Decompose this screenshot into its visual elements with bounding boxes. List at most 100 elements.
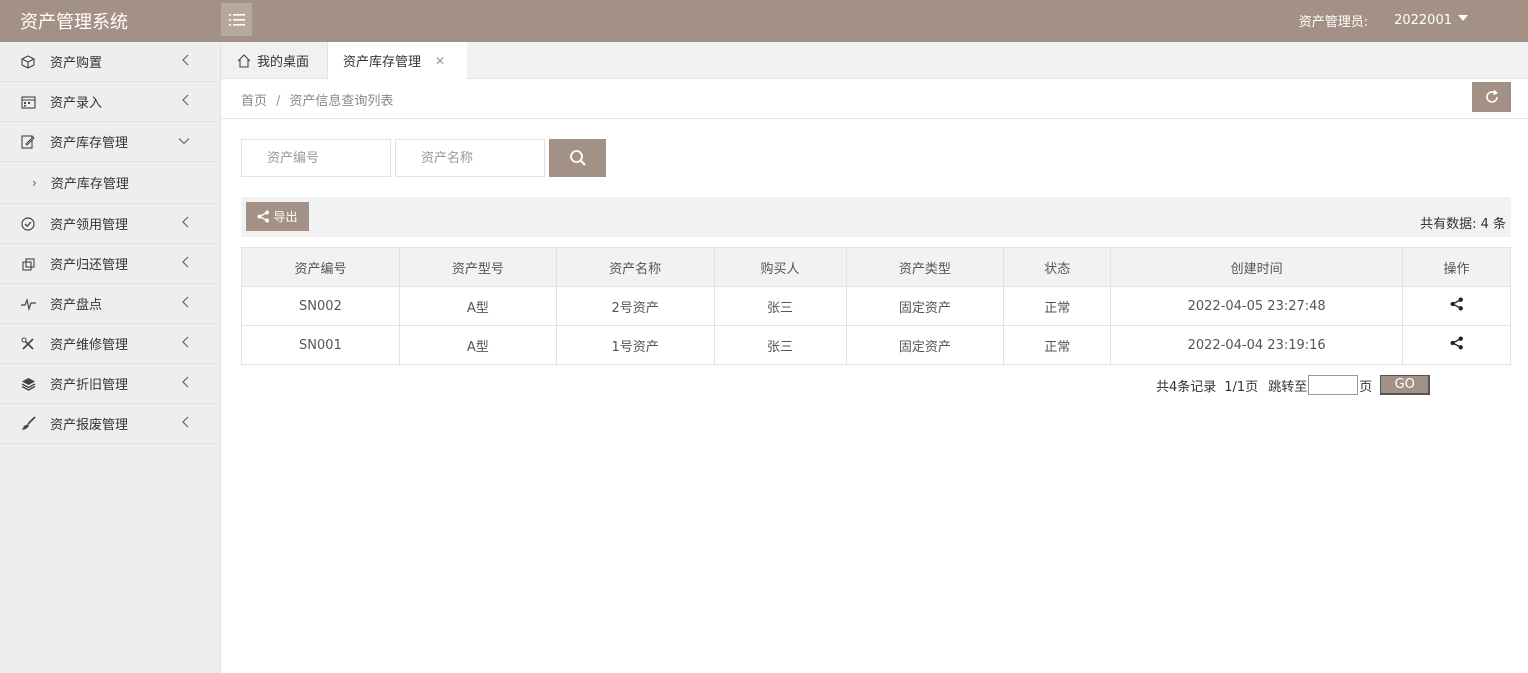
home-icon — [237, 53, 251, 68]
share-icon[interactable] — [1450, 297, 1464, 311]
cell-type: 固定资产 — [845, 325, 1005, 365]
user-role-label: 资产管理员: — [1298, 15, 1369, 30]
cell-type: 固定资产 — [845, 286, 1005, 326]
cell-status: 正常 — [1003, 325, 1112, 365]
tab-home-label: 我的桌面 — [257, 55, 310, 70]
cell-model: A型 — [398, 325, 557, 365]
chevron-left-icon — [182, 416, 190, 432]
col-header: 资产型号 — [398, 247, 557, 287]
sidebar-item-scrap[interactable]: 资产报废管理 — [0, 404, 220, 444]
close-icon[interactable]: ✕ — [435, 54, 445, 68]
breadcrumb-home[interactable]: 首页 — [241, 94, 267, 109]
sidebar-item-stocktake[interactable]: 资产盘点 — [0, 284, 220, 324]
col-header: 购买人 — [713, 247, 847, 287]
tab-bar: 我的桌面 资产库存管理 ✕ — [221, 42, 1528, 79]
user-id[interactable]: 2022001 — [1394, 13, 1452, 28]
go-button[interactable]: GO — [1380, 375, 1431, 395]
hamburger-icon — [228, 13, 245, 26]
pager-jump-label: 跳转至 — [1268, 379, 1308, 395]
sidebar-item-requisition[interactable]: 资产领用管理 — [0, 204, 220, 244]
chevron-left-icon — [182, 216, 190, 232]
refresh-button[interactable] — [1472, 82, 1511, 112]
sidebar-subitem-label: 资产库存管理 — [50, 177, 129, 192]
total-count: 共有数据: 4 条 — [1420, 217, 1506, 232]
sidebar: 资产购置 资产录入 资产库存管理 › 资产库存管理 资产领用管理 资产归还管理 — [0, 42, 221, 673]
cell-action — [1402, 286, 1511, 326]
chevron-left-icon — [182, 296, 190, 312]
cube-icon — [20, 54, 36, 70]
app-title: 资产管理系统 — [20, 12, 128, 33]
asset-table: 资产编号 资产型号 资产名称 购买人 资产类型 状态 创建时间 操作 SN002… — [241, 247, 1511, 365]
top-header: 资产管理系统 资产管理员: 2022001 — [0, 0, 1528, 42]
sidebar-item-label: 资产维修管理 — [50, 338, 129, 353]
brush-icon — [20, 416, 36, 432]
sidebar-item-label: 资产报废管理 — [50, 418, 129, 433]
layers-icon — [20, 376, 36, 392]
table-row: SN002 A型 2号资产 张三 固定资产 正常 2022-04-05 23:2… — [241, 286, 1511, 326]
calendar-icon — [20, 94, 36, 110]
cell-action — [1402, 325, 1511, 365]
sidebar-item-label: 资产录入 — [50, 96, 103, 111]
sidebar-item-entry[interactable]: 资产录入 — [0, 82, 220, 122]
cell-name: 2号资产 — [555, 286, 715, 326]
cell-status: 正常 — [1003, 286, 1112, 326]
cell-buyer: 张三 — [713, 325, 847, 365]
refresh-icon — [1485, 89, 1498, 103]
edit-note-icon — [20, 134, 36, 150]
chevron-left-icon — [182, 54, 190, 70]
tools-icon — [20, 336, 36, 352]
sidebar-item-label: 资产盘点 — [50, 298, 103, 313]
sidebar-item-purchase[interactable]: 资产购置 — [0, 42, 220, 82]
cell-code: SN001 — [241, 325, 400, 365]
sidebar-item-return[interactable]: 资产归还管理 — [0, 244, 220, 284]
search-icon — [569, 150, 586, 166]
sidebar-item-label: 资产库存管理 — [50, 136, 129, 151]
menu-toggle-button[interactable] — [221, 3, 252, 36]
cell-model: A型 — [398, 286, 557, 326]
export-button[interactable]: 导出 — [246, 202, 309, 231]
chevron-left-icon — [182, 256, 190, 272]
breadcrumb-bar: 首页 / 资产信息查询列表 — [221, 79, 1528, 119]
sidebar-item-repair[interactable]: 资产维修管理 — [0, 324, 220, 364]
table-toolbar: 导出 共有数据: 4 条 — [241, 197, 1511, 237]
breadcrumb: 首页 / 资产信息查询列表 — [241, 94, 394, 109]
sidebar-item-inventory[interactable]: 资产库存管理 — [0, 122, 220, 162]
caret-down-icon[interactable] — [1458, 14, 1468, 21]
col-header: 资产编号 — [241, 247, 400, 287]
asset-code-input[interactable] — [241, 139, 391, 177]
cell-code: SN002 — [241, 286, 400, 326]
sidebar-item-label: 资产归还管理 — [50, 258, 129, 273]
sidebar-item-label: 资产折旧管理 — [50, 378, 129, 393]
user-menu[interactable]: 资产管理员: 2022001 — [1299, 11, 1468, 30]
tab-inventory[interactable]: 资产库存管理 ✕ — [328, 42, 467, 79]
pager-page-unit: 页 — [1359, 379, 1373, 395]
cell-name: 1号资产 — [555, 325, 715, 365]
share-icon[interactable] — [1450, 336, 1464, 350]
col-header: 资产类型 — [845, 247, 1005, 287]
tab-home[interactable]: 我的桌面 — [221, 42, 328, 79]
export-label: 导出 — [273, 210, 298, 224]
sidebar-item-label: 资产领用管理 — [50, 218, 129, 233]
chevron-left-icon — [182, 94, 190, 110]
breadcrumb-current: 资产信息查询列表 — [289, 94, 394, 109]
col-header: 资产名称 — [555, 247, 715, 287]
chevron-left-icon — [182, 336, 190, 352]
pager-total: 共4条记录 — [1156, 379, 1217, 395]
sidebar-subitem-inventory[interactable]: › 资产库存管理 — [0, 162, 220, 204]
col-header: 状态 — [1003, 247, 1112, 287]
cell-buyer: 张三 — [713, 286, 847, 326]
page-jump-input[interactable] — [1308, 375, 1359, 395]
sidebar-item-label: 资产购置 — [50, 56, 103, 71]
sidebar-item-depreciation[interactable]: 资产折旧管理 — [0, 364, 220, 404]
tab-inventory-label: 资产库存管理 — [343, 55, 422, 70]
pagination: 共4条记录 1/1页 跳转至 页 GO — [1156, 375, 1431, 395]
cell-created: 2022-04-04 23:19:16 — [1110, 325, 1404, 365]
asset-name-input[interactable] — [395, 139, 545, 177]
table-row: SN001 A型 1号资产 张三 固定资产 正常 2022-04-04 23:1… — [241, 325, 1511, 365]
search-button[interactable] — [549, 139, 606, 177]
pager-page-info: 1/1页 — [1224, 379, 1259, 395]
chevron-down-icon — [178, 134, 190, 149]
col-header: 创建时间 — [1110, 247, 1404, 287]
chevron-left-icon — [182, 376, 190, 392]
share-icon — [257, 210, 270, 223]
